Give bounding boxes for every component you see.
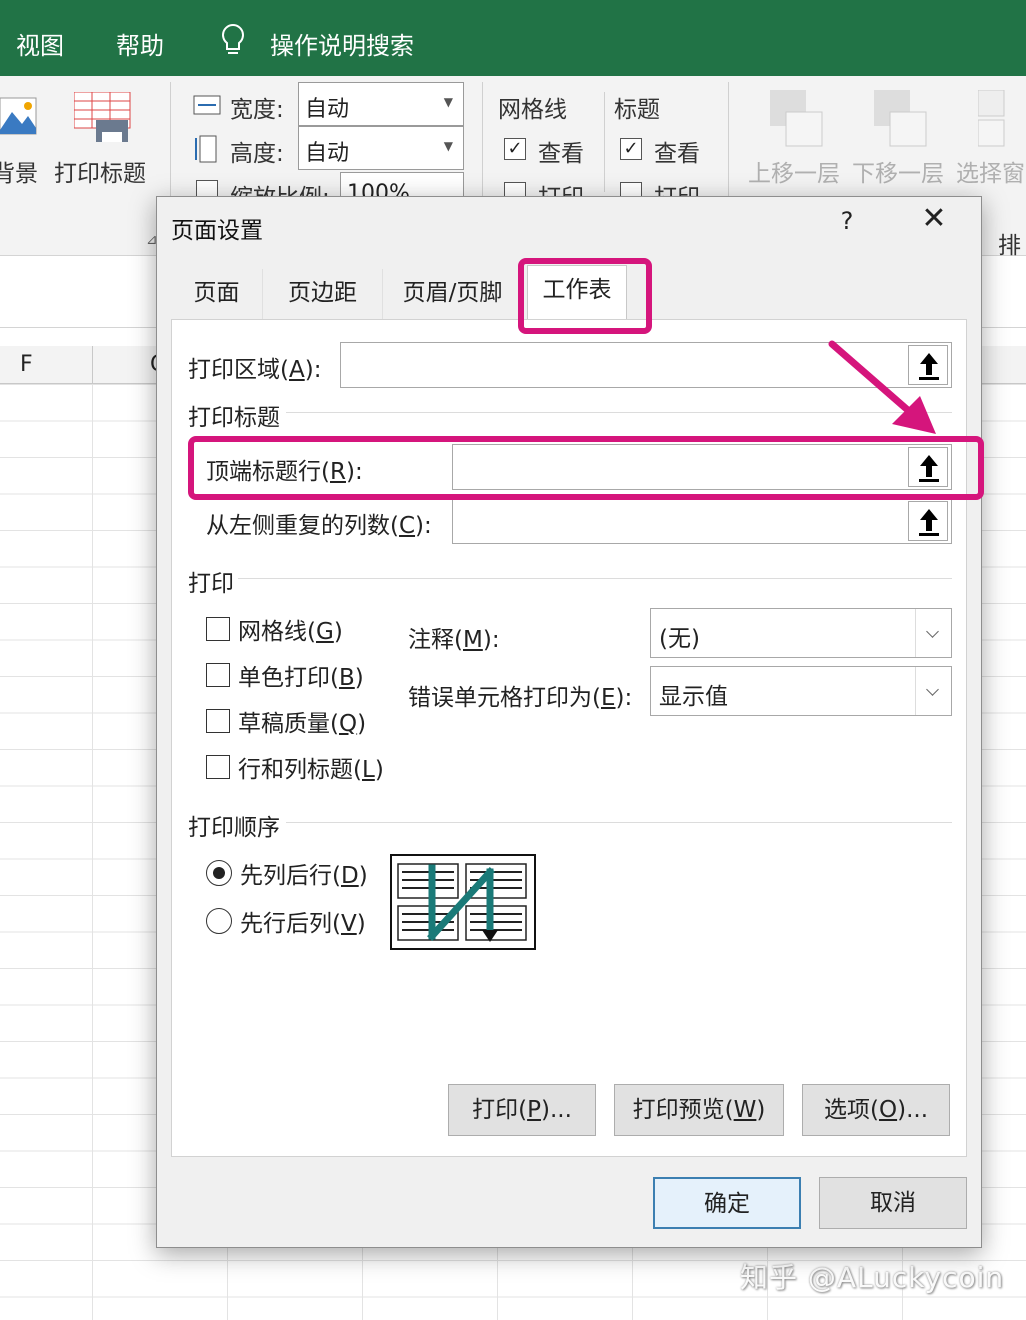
height-icon: [192, 134, 222, 168]
selection-pane-label[interactable]: 选择窗: [956, 154, 1025, 188]
background-image-icon[interactable]: [0, 94, 38, 138]
print-group-label: 打印: [188, 571, 234, 597]
chevron-down-icon: [915, 609, 951, 657]
height-label: 高度:: [230, 141, 284, 167]
headings-view-label: 查看: [654, 141, 700, 167]
print-area-label: 打印区域(A):: [188, 357, 322, 383]
gridlines-view-label: 查看: [538, 141, 584, 167]
send-backward-icon[interactable]: [874, 90, 928, 152]
column-divider: [92, 346, 93, 384]
print-preview-button[interactable]: 打印预览(W): [614, 1084, 784, 1136]
gridlines-view-checkbox[interactable]: [504, 138, 526, 160]
selection-pane-icon[interactable]: [977, 89, 1018, 152]
radio-dot[interactable]: [206, 908, 232, 934]
cell-errors-select[interactable]: 显示值: [650, 666, 952, 716]
gridlines-group-label: 网格线: [498, 97, 567, 123]
cols-to-repeat-collapse-button[interactable]: [908, 501, 948, 541]
options-button[interactable]: 选项(O)...: [802, 1084, 950, 1136]
draft-quality-checkbox[interactable]: 草稿质量(Q): [206, 704, 366, 738]
print-area-input[interactable]: [340, 342, 952, 388]
cell-errors-label: 错误单元格打印为(E):: [408, 685, 633, 711]
highlight-rows-to-repeat: [188, 436, 984, 500]
cols-to-repeat-input[interactable]: [452, 498, 952, 544]
gridlines-checkbox-label: 网格线(G): [238, 619, 343, 645]
comments-value: (无): [659, 626, 700, 652]
group-divider: [238, 578, 952, 579]
headings-view-checkbox[interactable]: [620, 138, 642, 160]
width-label: 宽度:: [230, 97, 284, 123]
height-value: 自动: [305, 141, 350, 166]
print-titles-group-label: 打印标题: [188, 405, 280, 431]
radio-dot[interactable]: [206, 860, 232, 886]
group-divider: [286, 412, 952, 413]
tab-page[interactable]: 页面: [171, 269, 263, 319]
page-order-group-label: 打印顺序: [188, 815, 280, 841]
down-then-over-label: 先列后行(D): [240, 863, 368, 889]
cancel-button[interactable]: 取消: [819, 1177, 967, 1229]
tab-header-footer[interactable]: 页眉/页脚: [383, 269, 523, 319]
comments-label: 注释(M):: [408, 627, 500, 653]
checkbox-box[interactable]: [206, 663, 230, 687]
width-icon: [192, 90, 222, 124]
arrange-label: 排: [998, 233, 1021, 259]
ok-button[interactable]: 确定: [653, 1177, 801, 1229]
black-and-white-label: 单色打印(B): [238, 665, 364, 691]
cols-to-repeat-label: 从左侧重复的列数(C):: [206, 513, 432, 539]
cell-errors-value: 显示值: [659, 684, 728, 710]
send-backward-label[interactable]: 下移一层: [852, 154, 944, 188]
gridlines-checkbox[interactable]: 网格线(G): [206, 612, 343, 646]
background-label[interactable]: 背景: [0, 154, 38, 188]
print-button[interactable]: 打印(P)...: [448, 1084, 596, 1136]
tell-me-search[interactable]: 操作说明搜索: [270, 26, 414, 61]
watermark: 知乎 @ALuckycoin: [740, 1261, 1005, 1294]
bring-forward-label[interactable]: 上移一层: [748, 154, 840, 188]
comments-select[interactable]: (无): [650, 608, 952, 658]
close-icon[interactable]: ✕: [917, 203, 951, 237]
over-then-down-radio[interactable]: 先行后列(V): [206, 904, 366, 938]
collapse-dialog-icon: [919, 509, 939, 536]
dropdown-arrow-icon: ▼: [443, 95, 453, 109]
row-col-headings-checkbox[interactable]: 行和列标题(L): [206, 750, 384, 784]
group-divider: [286, 822, 952, 823]
tab-margins[interactable]: 页边距: [263, 269, 383, 319]
menu-view[interactable]: 视图: [16, 26, 64, 61]
menu-bar: 视图 帮助 操作说明搜索: [0, 0, 1026, 76]
print-titles-label[interactable]: 打印标题: [54, 154, 146, 188]
black-and-white-checkbox[interactable]: 单色打印(B): [206, 658, 364, 692]
checkbox-box[interactable]: [206, 709, 230, 733]
height-select[interactable]: 自动 ▼: [298, 126, 464, 170]
dialog-title: 页面设置: [171, 218, 263, 244]
down-then-over-radio[interactable]: 先列后行(D): [206, 856, 368, 890]
menu-help[interactable]: 帮助: [116, 26, 164, 61]
highlight-sheet-tab: [518, 258, 652, 334]
page-order-diagram-icon: [390, 854, 536, 950]
headings-group-label: 标题: [614, 97, 660, 123]
over-then-down-label: 先行后列(V): [240, 911, 366, 937]
print-titles-icon[interactable]: [73, 91, 132, 144]
help-icon[interactable]: ?: [835, 207, 859, 235]
collapse-dialog-icon: [919, 353, 939, 380]
row-col-headings-label: 行和列标题(L): [238, 757, 384, 783]
bring-forward-icon[interactable]: [770, 90, 824, 152]
chevron-down-icon: [915, 667, 951, 715]
ribbon-divider: [604, 92, 605, 192]
column-f-header[interactable]: F: [20, 352, 33, 377]
width-select[interactable]: 自动 ▼: [298, 82, 464, 126]
lightbulb-icon: [218, 22, 248, 64]
dropdown-arrow-icon: ▼: [443, 139, 453, 153]
checkbox-box[interactable]: [206, 755, 230, 779]
checkbox-box[interactable]: [206, 617, 230, 641]
print-area-collapse-button[interactable]: [908, 345, 948, 385]
page-setup-dialog: 页面设置 ? ✕ 页面 页边距 页眉/页脚 工作表 打印区域(A): 打印标题 …: [156, 196, 982, 1248]
draft-quality-label: 草稿质量(Q): [238, 711, 367, 737]
width-value: 自动: [305, 97, 350, 122]
